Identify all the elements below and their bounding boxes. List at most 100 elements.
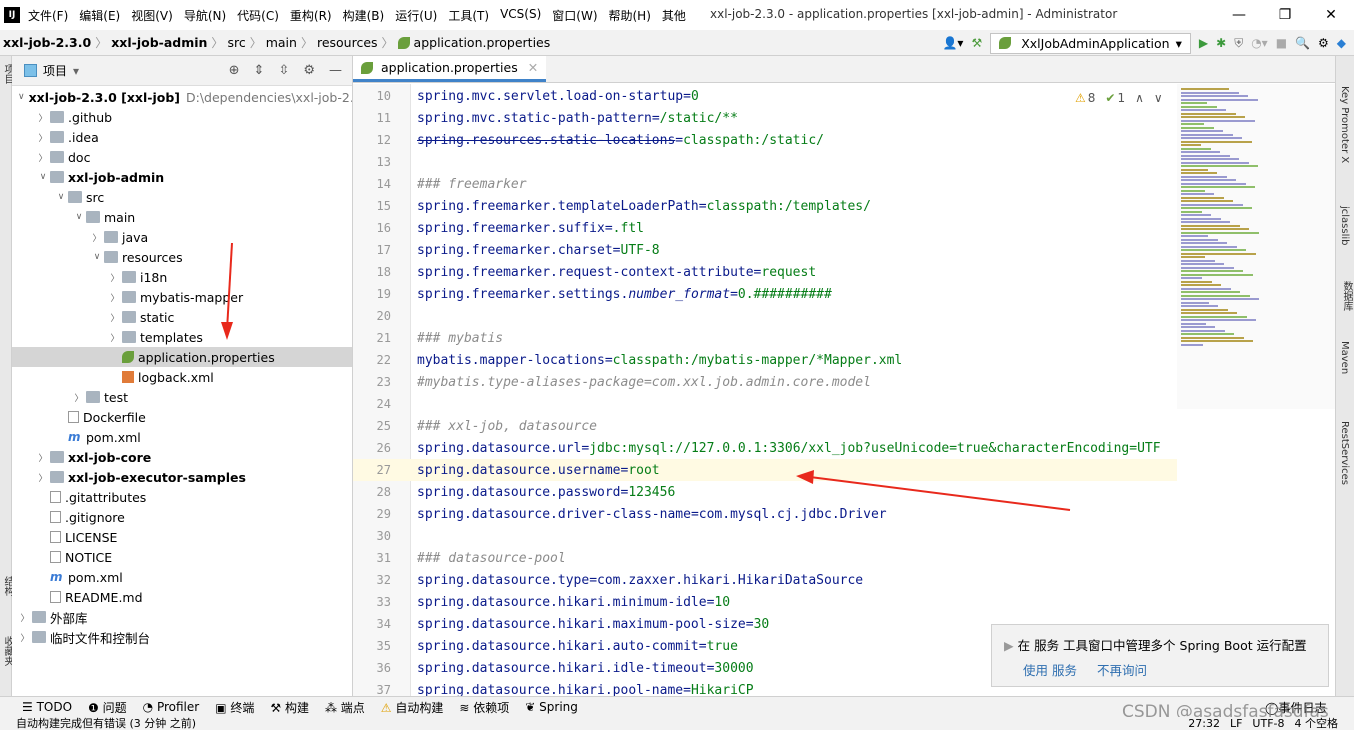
crumb-project[interactable]: xxl-job-2.3.0 [3,35,91,50]
expand-arrow-icon[interactable]: 〉 [108,291,122,304]
code-line[interactable]: 27 spring.datasource.username=root [353,459,1177,481]
code-line[interactable]: 16 spring.freemarker.suffix=.ftl [353,217,1177,239]
tree-item[interactable]: 〉 xxl-job-core [12,447,352,467]
code-line[interactable]: 13 [353,151,1177,173]
tool-button[interactable]: ⁂ 端点 [325,699,365,716]
expand-arrow-icon[interactable]: ∨ [18,92,25,102]
minimize-button[interactable]: — [1216,0,1262,30]
line-separator[interactable]: LF [1230,717,1242,730]
tool-button[interactable]: ◔ Profiler [143,700,200,714]
tool-button[interactable]: ❶ 问题 [88,699,127,716]
minimap[interactable] [1177,84,1335,409]
coverage-icon[interactable]: ⛨ [1234,36,1243,51]
menu-item[interactable]: 构建(B) [343,7,385,24]
tab-application-properties[interactable]: application.properties ✕ [353,56,547,82]
tree-item[interactable]: 〉 xxl-job-executor-samples [12,467,352,487]
tool-button[interactable]: ≋ 依赖项 [459,699,509,716]
menu-item[interactable]: VCS(S) [500,7,541,24]
indent-setting[interactable]: 4 个空格 [1295,717,1339,730]
tree-item[interactable]: Dockerfile [12,407,352,427]
debug-icon[interactable]: ✱ [1216,36,1226,50]
menu-item[interactable]: 代码(C) [237,7,279,24]
tree-item[interactable]: ∨ src [12,187,352,207]
run-icon[interactable]: ▶ [1199,36,1208,50]
tree-item[interactable]: ∨ xxl-job-admin [12,167,352,187]
strip-jclasslib[interactable]: jclasslib [1339,206,1350,246]
code-line[interactable]: 20 [353,305,1177,327]
maximize-button[interactable]: ❐ [1262,0,1308,30]
menu-item[interactable]: 其他 [662,7,686,24]
stop-icon[interactable]: ■ [1276,36,1287,50]
code-line[interactable]: 25 ### xxl-job, datasource [353,415,1177,437]
tree-item[interactable]: .gitattributes [12,487,352,507]
tree-item[interactable]: ∨ resources [12,247,352,267]
expand-arrow-icon[interactable]: ∨ [90,252,104,262]
project-title[interactable]: 项目 [43,62,67,79]
strip-database[interactable]: 数据库 [1339,281,1354,311]
expand-arrow-icon[interactable]: ∨ [36,172,50,182]
tree-item[interactable]: 〉 临时文件和控制台 [12,627,352,647]
crumb-src[interactable]: src [227,35,245,50]
code-line[interactable]: 14 ### freemarker [353,173,1177,195]
menu-item[interactable]: 窗口(W) [552,7,597,24]
code-line[interactable]: 22 mybatis.mapper-locations=classpath:/my… [353,349,1177,371]
menu-item[interactable]: 工具(T) [448,7,489,24]
menu-item[interactable]: 帮助(H) [609,7,651,24]
expand-all-icon[interactable]: ⇕ [254,63,265,78]
tree-item[interactable]: application.properties [12,347,352,367]
tree-item[interactable]: 〉 static [12,307,352,327]
expand-arrow-icon[interactable]: 〉 [18,631,32,644]
code-line[interactable]: 31 ### datasource-pool [353,547,1177,569]
code-line[interactable]: 21 ### mybatis [353,327,1177,349]
code-line[interactable]: 12 spring.resources.static-locations=clas… [353,129,1177,151]
tool-button[interactable]: ⚠ 自动构建 [381,699,444,716]
tree-item[interactable]: 〉 .idea [12,127,352,147]
file-encoding[interactable]: UTF-8 [1252,717,1284,730]
tree-item[interactable]: README.md [12,587,352,607]
gear-icon[interactable]: ⚙ [303,63,315,78]
code-line[interactable]: 33 spring.datasource.hikari.minimum-idle=… [353,591,1177,613]
expand-arrow-icon[interactable]: 〉 [36,111,50,124]
expand-arrow-icon[interactable]: ∨ [54,192,68,202]
expand-arrow-icon[interactable]: 〉 [108,331,122,344]
expand-arrow-icon[interactable]: 〉 [36,471,50,484]
tool-button[interactable]: ⚒ 构建 [270,699,309,716]
tree-item[interactable]: 〉 mybatis-mapper [12,287,352,307]
menu-item[interactable]: 导航(N) [184,7,226,24]
code-line[interactable]: 11 spring.mvc.static-path-pattern=/static… [353,107,1177,129]
tree-item[interactable]: .gitignore [12,507,352,527]
strip-maven[interactable]: Maven [1339,341,1350,374]
caret-position[interactable]: 27:32 [1188,717,1220,730]
use-services-link[interactable]: 使用 服务 [1023,660,1077,679]
inspection-widget[interactable]: ⚠ 8 ✔ 1 ∧ ∨ [1075,91,1163,105]
code-line[interactable]: 32 spring.datasource.type=com.zaxxer.hika… [353,569,1177,591]
hide-icon[interactable]: — [329,63,342,78]
status-message[interactable]: 自动构建完成但有错误 (3 分钟 之前) [16,717,196,730]
tree-item[interactable]: NOTICE [12,547,352,567]
code-line[interactable]: 26 spring.datasource.url=jdbc:mysql://127… [353,437,1177,459]
menu-item[interactable]: 运行(U) [395,7,437,24]
menu-item[interactable]: 编辑(E) [79,7,120,24]
tree-item[interactable]: 〉 java [12,227,352,247]
tree-item[interactable]: 〉 test [12,387,352,407]
code-area[interactable]: 10 spring.mvc.servlet.load-on-startup=0 11… [353,85,1177,696]
locate-icon[interactable]: ⊕ [229,63,240,78]
ide-icon[interactable]: ◆ [1337,36,1346,50]
crumb-file[interactable]: application.properties [414,35,551,50]
expand-arrow-icon[interactable]: ∨ [72,212,86,222]
prev-highlight-icon[interactable]: ∧ [1135,91,1144,105]
search-icon[interactable]: 🔍 [1295,36,1310,50]
settings-icon[interactable]: ⚙ [1318,36,1329,50]
tool-button[interactable]: ☰ TODO [22,700,72,714]
close-tab-icon[interactable]: ✕ [528,60,538,75]
tree-item[interactable]: 〉 外部库 [12,607,352,627]
tree-item[interactable]: m pom.xml [12,567,352,587]
tree-item[interactable]: ∨ xxl-job-2.3.0 [xxl-job] D:\dependencies\… [12,87,352,107]
expand-arrow-icon[interactable]: 〉 [36,151,50,164]
tree-item[interactable]: 〉 templates [12,327,352,347]
crumb-module[interactable]: xxl-job-admin [111,35,207,50]
build-hammer-icon[interactable]: ⚒ [971,36,982,50]
tree-item[interactable]: 〉 i18n [12,267,352,287]
tree-item[interactable]: logback.xml [12,367,352,387]
expand-arrow-icon[interactable]: 〉 [108,271,122,284]
